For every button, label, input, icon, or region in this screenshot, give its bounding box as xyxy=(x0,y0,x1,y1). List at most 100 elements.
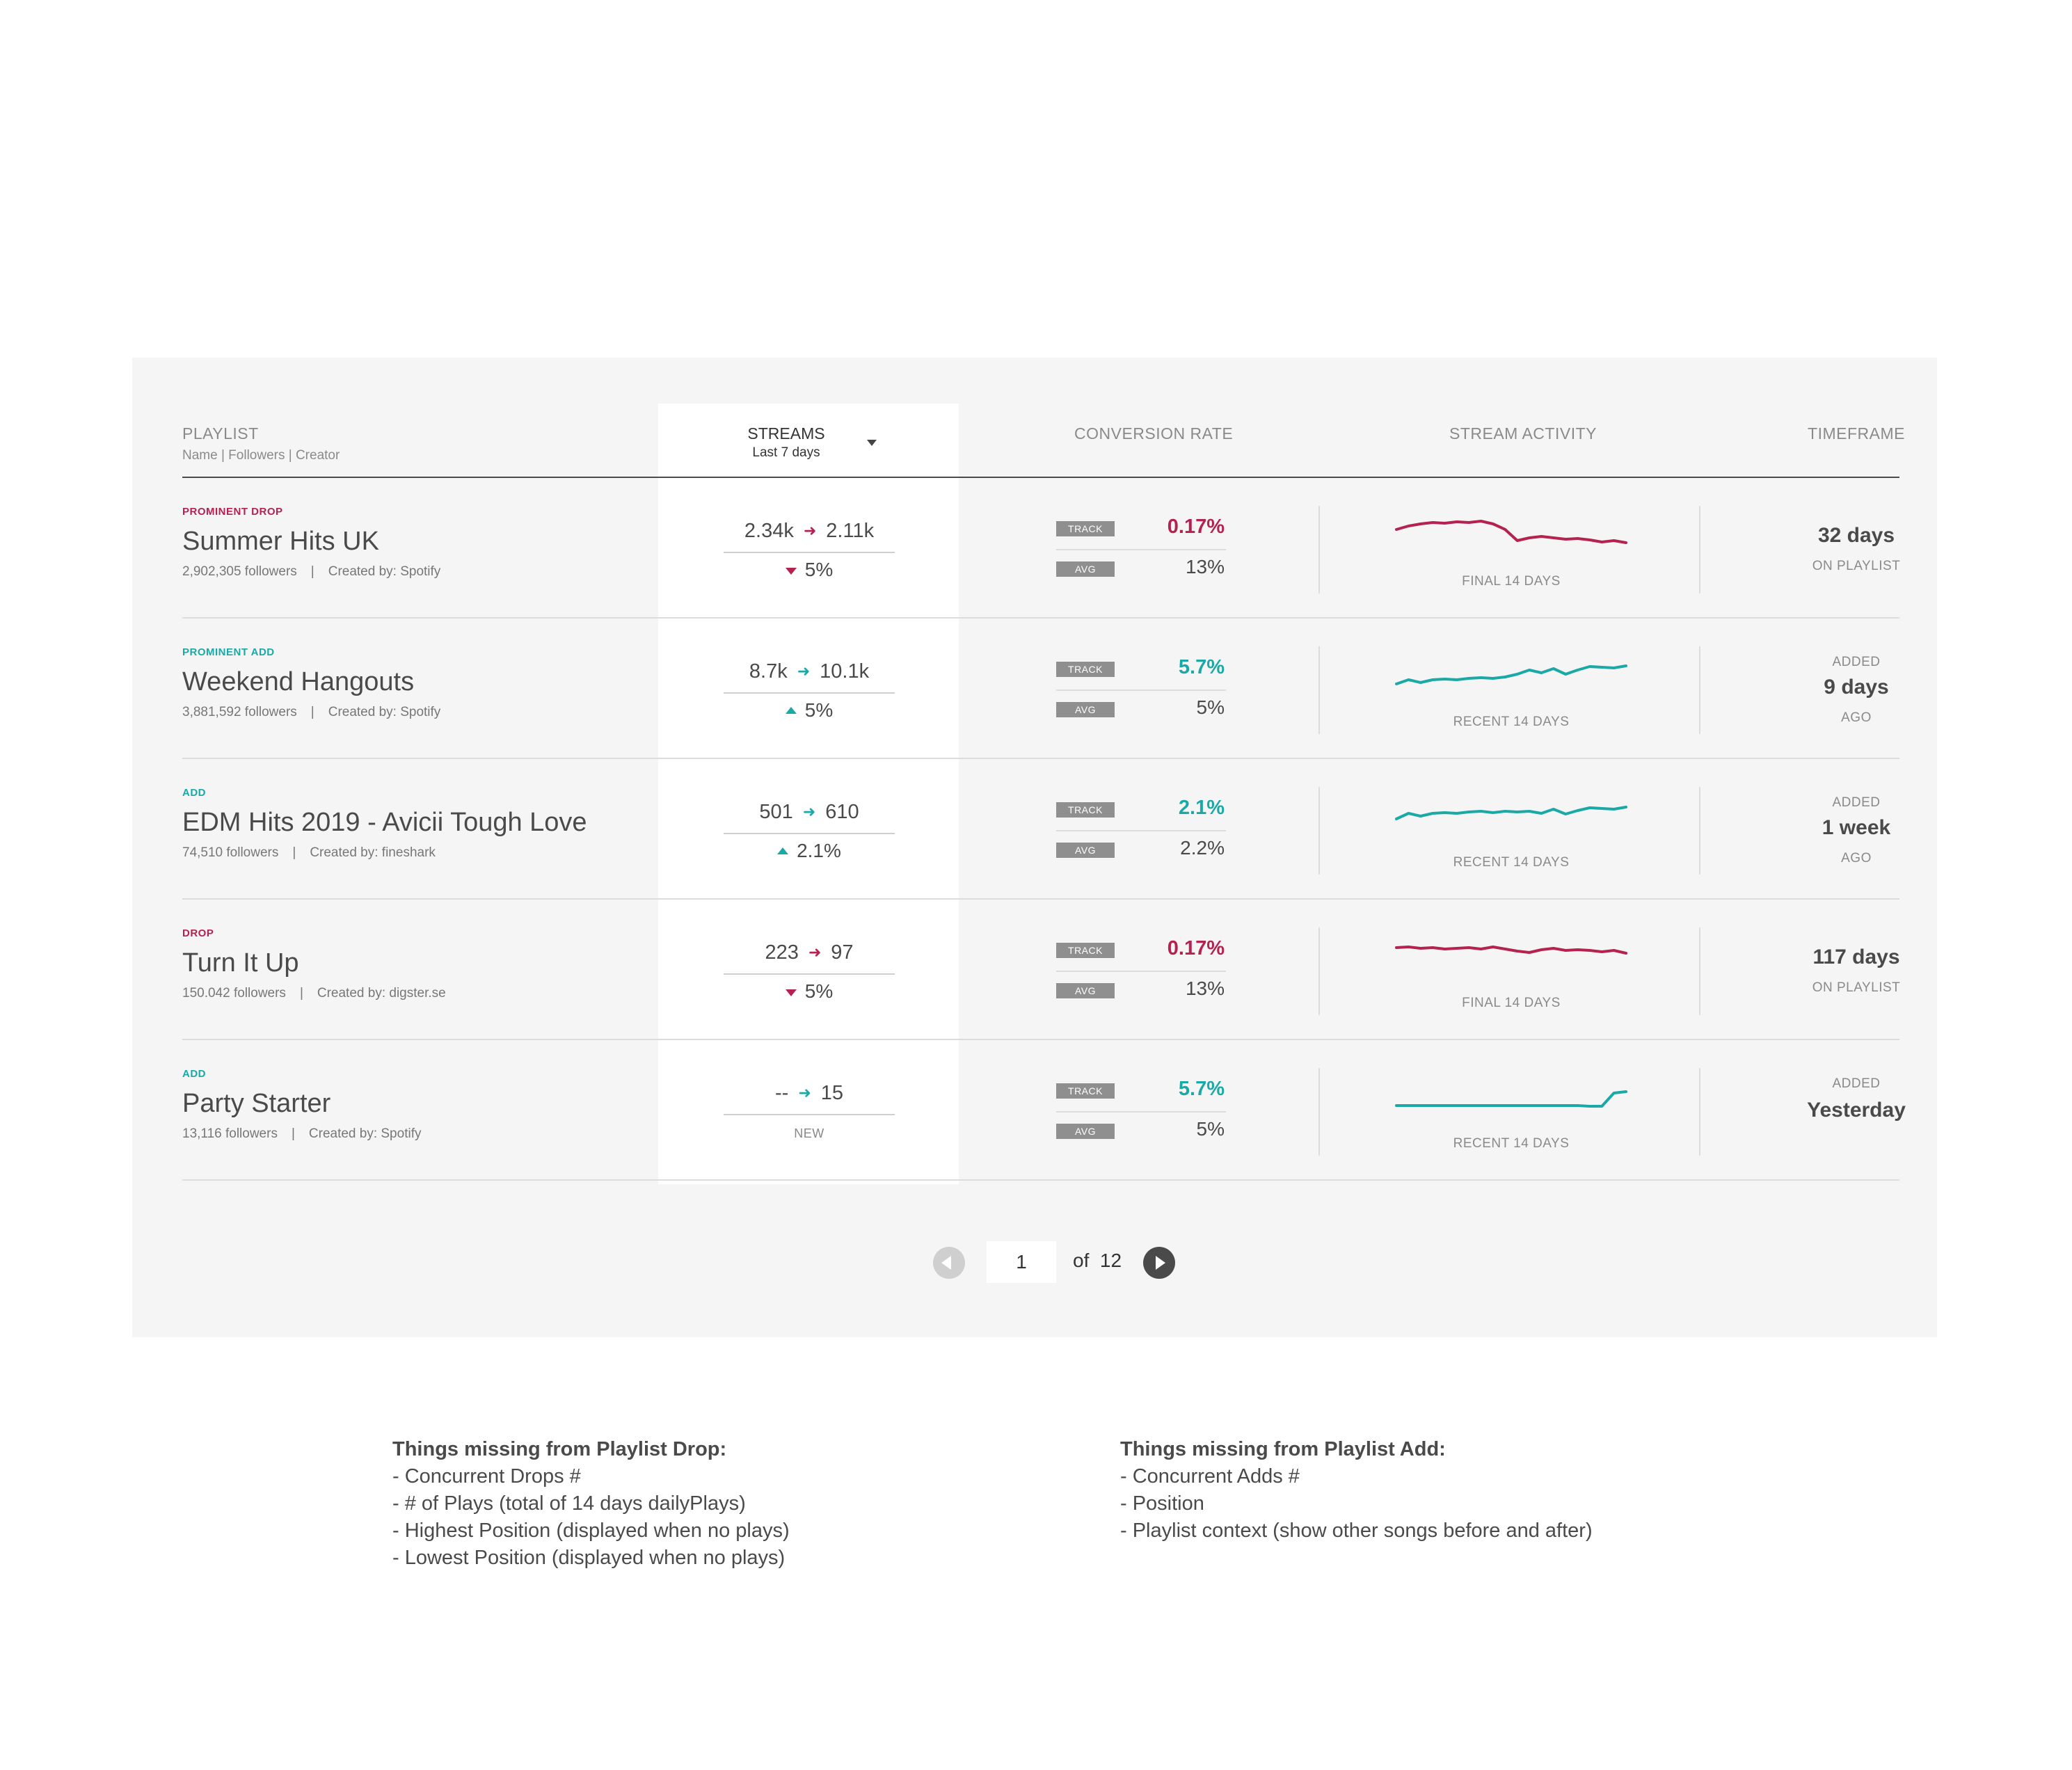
conversion-track-value: 5.7% xyxy=(1178,1078,1225,1100)
playlist-name-link[interactable]: Turn It Up xyxy=(182,948,299,978)
arrow-right-icon: ➜ xyxy=(802,803,816,820)
meta-separator: | xyxy=(299,986,303,1000)
sparkline-series xyxy=(1395,664,1627,685)
playlist-creator: Created by: Spotify xyxy=(328,705,441,719)
conversion-track-value: 0.17% xyxy=(1167,937,1225,959)
notes-add-item: - Playlist context (show other songs bef… xyxy=(1120,1520,1593,1542)
page-number-input[interactable] xyxy=(987,1241,1056,1283)
conversion-avg-value: 13% xyxy=(1185,556,1225,577)
playlist-name-link[interactable]: Weekend Hangouts xyxy=(182,667,414,697)
table-row[interactable]: PROMINENT ADD Weekend Hangouts 3,881,592 f… xyxy=(132,619,1937,759)
conversion-track-value: 0.17% xyxy=(1167,516,1225,538)
header-timeframe: TIMEFRAME xyxy=(1808,424,1905,442)
timeframe-value: 32 days xyxy=(1817,524,1895,547)
header-streams-sort-button[interactable]: STREAMS xyxy=(703,424,870,443)
chevron-left-icon xyxy=(941,1256,951,1270)
streams-from: 2.34k xyxy=(744,520,794,542)
status-badge: ADD xyxy=(182,787,206,799)
timeframe-value: Yesterday xyxy=(1807,1099,1906,1122)
stream-change-value: 5% xyxy=(804,559,834,580)
notes-drop-title: Things missing from Playlist Drop: xyxy=(392,1438,727,1460)
sort-caret-down-icon[interactable] xyxy=(867,440,877,446)
meta-separator: | xyxy=(292,845,296,860)
timeframe-bottom: ON PLAYLIST xyxy=(1812,980,1901,995)
streams-to: 2.11k xyxy=(826,520,875,542)
timeframe-value: 1 week xyxy=(1822,816,1891,839)
triangle-down-icon xyxy=(785,989,797,996)
next-page-button[interactable] xyxy=(1143,1247,1175,1279)
playlist-followers: 74,510 followers xyxy=(182,845,279,860)
header-streams-sub: Last 7 days xyxy=(752,445,820,460)
avg-tag: AVG xyxy=(1056,702,1115,717)
table-row[interactable]: DROP Turn It Up 150.042 followers | Created … xyxy=(132,900,1937,1040)
stream-activity-sparkline xyxy=(1395,806,1627,820)
notes-add-title: Things missing from Playlist Add: xyxy=(1120,1438,1446,1460)
timeframe-top: ADDED xyxy=(1832,655,1881,669)
conversion-avg-value: 2.2% xyxy=(1180,837,1225,859)
timeframe-cell: ADDED 9 days AGO xyxy=(1759,619,1954,759)
timeframe-bottom: ON PLAYLIST xyxy=(1812,559,1901,573)
page-of-label: of xyxy=(1073,1250,1090,1271)
avg-tag: AVG xyxy=(1056,983,1115,998)
streams-values: 223 ➜ 97 xyxy=(724,941,895,964)
playlist-name-link[interactable]: Summer Hits UK xyxy=(182,527,379,557)
triangle-down-icon xyxy=(785,568,797,575)
stream-change: 5% xyxy=(724,699,895,721)
streams-to: 15 xyxy=(820,1082,844,1104)
column-separator xyxy=(1699,646,1700,734)
conversion-track-value: 5.7% xyxy=(1178,656,1225,678)
streams-to: 97 xyxy=(831,941,854,964)
playlist-followers: 150.042 followers xyxy=(182,986,286,1000)
notes-playlist-add: Things missing from Playlist Add: - Conc… xyxy=(1120,1436,1593,1545)
stream-change: 5% xyxy=(724,559,895,581)
playlist-panel: PLAYLIST Name | Followers | Creator STRE… xyxy=(132,358,1937,1337)
activity-caption: RECENT 14 DAYS xyxy=(1453,715,1570,729)
page-total: of 12 xyxy=(1073,1250,1122,1272)
streams-from: -- xyxy=(774,1082,789,1104)
playlist-name-link[interactable]: EDM Hits 2019 - Avicii Tough Love xyxy=(182,808,587,838)
timeframe-cell: 32 days ON PLAYLIST xyxy=(1759,478,1954,619)
activity-caption: FINAL 14 DAYS xyxy=(1462,574,1561,589)
column-separator xyxy=(1699,927,1700,1015)
timeframe-bottom: AGO xyxy=(1841,710,1872,725)
conversion-divider xyxy=(1056,830,1226,831)
playlist-name-link[interactable]: Party Starter xyxy=(182,1089,330,1119)
sparkline-series xyxy=(1395,946,1627,955)
conversion-avg-value: 5% xyxy=(1196,696,1225,718)
streams-divider xyxy=(724,552,895,553)
activity-caption: FINAL 14 DAYS xyxy=(1462,996,1561,1010)
status-badge: DROP xyxy=(182,927,214,939)
track-tag: TRACK xyxy=(1056,1083,1115,1099)
stream-change: 5% xyxy=(724,980,895,1003)
table-row[interactable]: ADD EDM Hits 2019 - Avicii Tough Love 74,5… xyxy=(132,759,1937,900)
table-row[interactable]: ADD Party Starter 13,116 followers | Created… xyxy=(132,1040,1937,1181)
conversion-divider xyxy=(1056,971,1226,972)
playlist-followers: 13,116 followers xyxy=(182,1126,278,1141)
arrow-right-icon: ➜ xyxy=(798,1084,811,1101)
meta-separator: | xyxy=(310,705,314,719)
sparkline-series xyxy=(1395,806,1627,820)
notes-drop-item: - Concurrent Drops # xyxy=(392,1465,581,1488)
notes-drop-item: - Highest Position (displayed when no pl… xyxy=(392,1520,790,1542)
chevron-right-icon xyxy=(1156,1256,1165,1270)
meta-separator: | xyxy=(291,1126,295,1141)
header-conversion-rate: CONVERSION RATE xyxy=(1074,424,1234,442)
arrow-right-icon: ➜ xyxy=(808,943,822,961)
column-separator xyxy=(1318,1068,1320,1156)
timeframe-bottom: AGO xyxy=(1841,851,1872,866)
track-tag: TRACK xyxy=(1056,943,1115,958)
table-row[interactable]: PROMINENT DROP Summer Hits UK 2,902,305 fo… xyxy=(132,478,1937,619)
streams-divider xyxy=(724,692,895,694)
timeframe-cell: 117 days ON PLAYLIST xyxy=(1759,900,1954,1040)
stream-activity-sparkline xyxy=(1395,946,1627,955)
track-tag: TRACK xyxy=(1056,662,1115,677)
playlist-meta: 13,116 followers | Created by: Spotify xyxy=(182,1126,421,1142)
sparkline-series xyxy=(1395,520,1627,544)
activity-caption: RECENT 14 DAYS xyxy=(1453,1136,1570,1151)
timeframe-cell: ADDED 1 week AGO xyxy=(1759,759,1954,900)
streams-values: 8.7k ➜ 10.1k xyxy=(724,660,895,683)
avg-tag: AVG xyxy=(1056,561,1115,577)
playlist-creator: Created by: Spotify xyxy=(328,564,441,579)
prev-page-button[interactable] xyxy=(933,1247,965,1279)
activity-caption: RECENT 14 DAYS xyxy=(1453,855,1570,870)
